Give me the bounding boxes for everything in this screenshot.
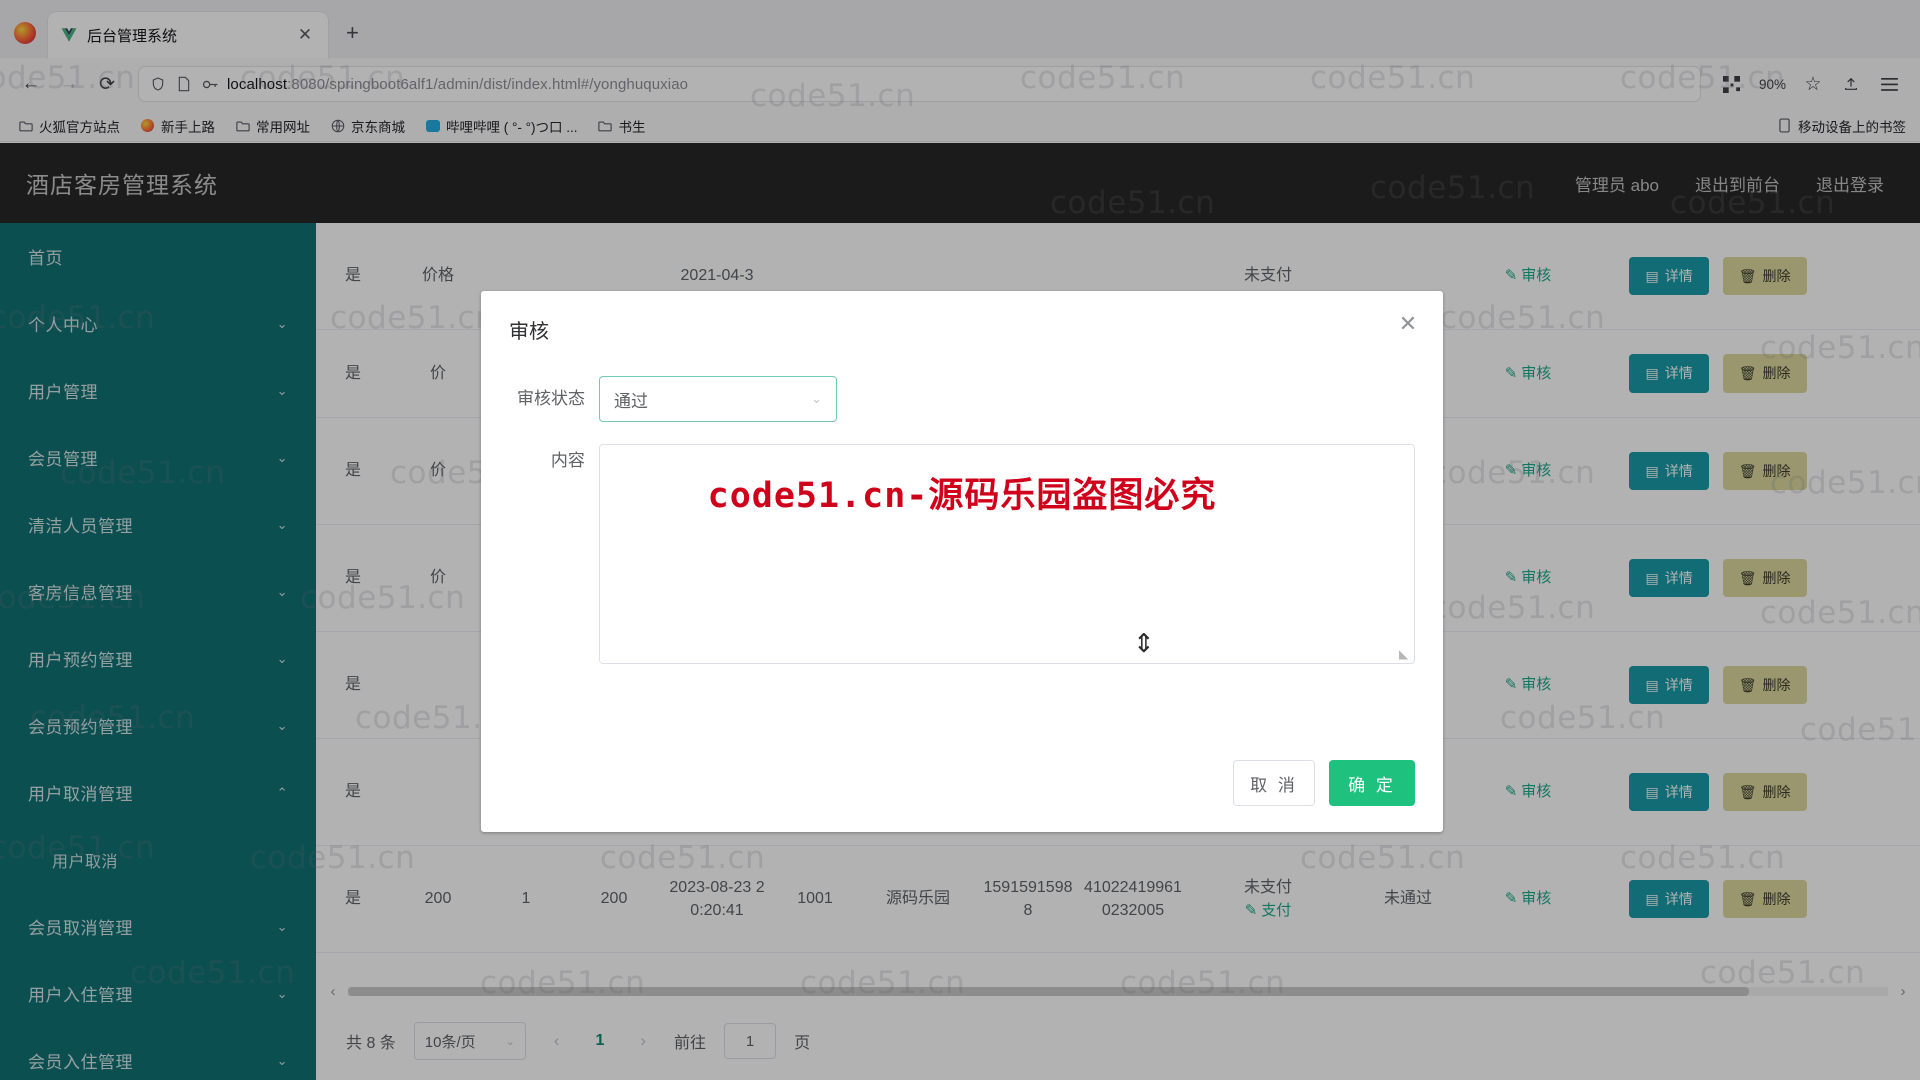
audit-status-select[interactable]: 通过 ⌄ <box>599 376 837 422</box>
audit-status-label: 审核状态 <box>517 389 585 408</box>
close-icon[interactable]: ✕ <box>1395 311 1421 337</box>
content-textarea[interactable]: ◣ <box>598 444 1415 664</box>
dialog-body: 审核状态 通过 ⌄ 内容 ◣ <box>481 344 1443 664</box>
audit-dialog: 审核 ✕ 审核状态 通过 ⌄ 内容 ◣ 取 消 确 定 code51.cn-源码… <box>481 291 1443 832</box>
cancel-button[interactable]: 取 消 <box>1233 760 1315 806</box>
dialog-title: 审核 <box>509 321 549 343</box>
dialog-footer: 取 消 确 定 <box>1233 760 1415 806</box>
resize-cursor-icon: ⇕ <box>1133 628 1155 658</box>
content-field: 内容 ◣ <box>509 444 1415 664</box>
audit-status-field: 审核状态 通过 ⌄ <box>509 376 1415 422</box>
chevron-down-icon: ⌄ <box>811 391 822 406</box>
confirm-button[interactable]: 确 定 <box>1329 760 1415 806</box>
resize-grip-icon[interactable]: ◣ <box>1399 648 1411 660</box>
content-label: 内容 <box>550 451 585 470</box>
audit-status-value: 通过 <box>614 391 648 411</box>
